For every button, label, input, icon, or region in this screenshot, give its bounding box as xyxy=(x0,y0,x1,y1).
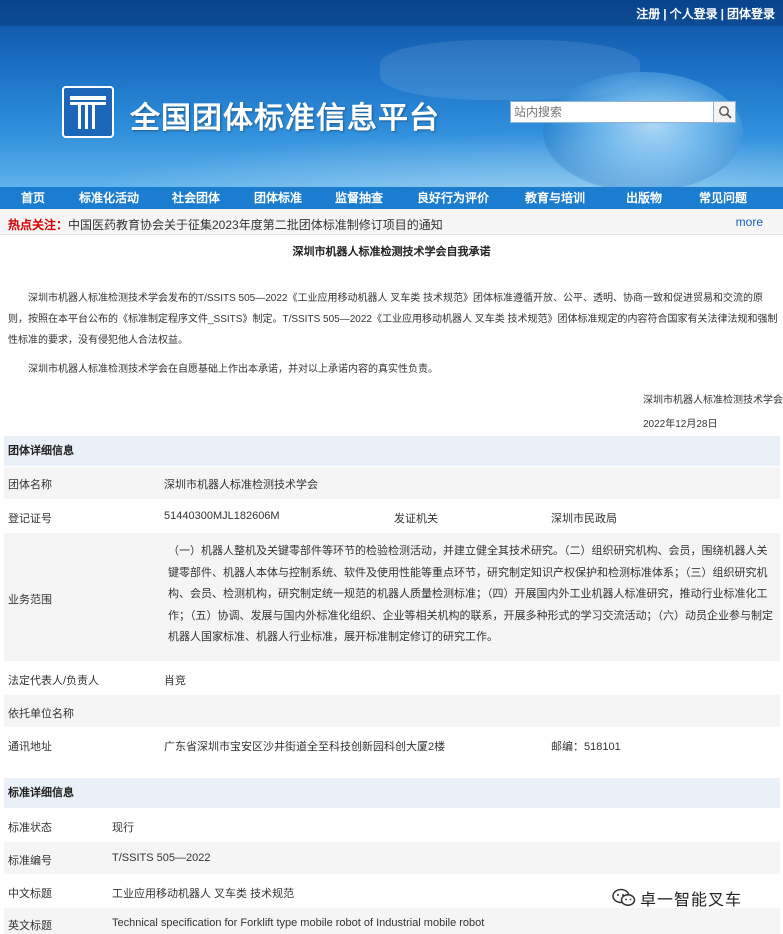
dep-label: 依托单位名称 xyxy=(8,708,74,720)
org-reg-row: 登记证号 51440300MJL182606M 发证机关 深圳市民政局 xyxy=(4,500,780,532)
status-label: 标准状态 xyxy=(8,822,52,834)
hot-label: 热点关注： xyxy=(8,218,69,232)
group-login-link[interactable]: 团体登录 xyxy=(727,7,775,21)
org-addr-row: 通讯地址 广东省深圳市宝安区沙井街道全至科技创新园科创大厦2楼 邮编：51810… xyxy=(4,728,780,760)
legal-label: 法定代表人/负责人 xyxy=(8,675,100,687)
postcode-value: 邮编：518101 xyxy=(551,741,621,753)
site-header: 注册 | 个人登录 | 团体登录 全国团体标准信息平台 xyxy=(0,0,783,187)
scope-value: （一）机器人整机及关键零部件等环节的检验检测活动，并建立健全其技术研究。（二）组… xyxy=(168,545,773,643)
code-value: T/SSITS 505—2022 xyxy=(112,852,211,864)
code-label: 标准编号 xyxy=(8,855,52,867)
nav-item-inspection[interactable]: 监督抽查 xyxy=(316,187,402,209)
commitment-date: 2022年12月28日 xyxy=(643,419,718,430)
nav-item-home[interactable]: 首页 xyxy=(0,187,66,209)
commitment-signer: 深圳市机器人标准检测技术学会 xyxy=(643,395,783,406)
en-title-value: Technical specification for Forklift typ… xyxy=(112,917,485,929)
main-nav: 首页 标准化活动 社会团体 团体标准 监督抽查 良好行为评价 教育与培训 出版物… xyxy=(0,187,783,209)
en-title-label: 英文标题 xyxy=(8,920,52,932)
site-search xyxy=(510,101,736,123)
cn-title-value: 工业应用移动机器人 叉车类 技术规范 xyxy=(112,888,295,900)
personal-login-link[interactable]: 个人登录 xyxy=(670,7,718,21)
org-section-header: 团体详细信息 xyxy=(4,436,780,466)
commitment-paragraph-2: 深圳市机器人标准检测技术学会在自愿基础上作出本承诺，并对以上承诺内容的真实性负责… xyxy=(28,364,438,375)
commitment-title: 深圳市机器人标准检测技术学会自我承诺 xyxy=(292,246,491,258)
addr-value: 广东省深圳市宝安区沙井街道全至科技创新园科创大厦2楼 xyxy=(164,741,446,753)
nav-item-group-standards[interactable]: 团体标准 xyxy=(240,187,316,209)
nav-item-groups[interactable]: 社会团体 xyxy=(152,187,240,209)
magnifier-icon xyxy=(718,106,732,119)
legal-value: 肖竞 xyxy=(164,675,186,687)
org-name-value: 深圳市机器人标准检测技术学会 xyxy=(164,479,318,491)
org-name-label: 团体名称 xyxy=(8,479,52,491)
std-en-row: 英文标题 Technical specification for Forklif… xyxy=(4,908,780,934)
more-link[interactable]: more xyxy=(736,215,763,229)
reg-value: 51440300MJL182606M xyxy=(164,510,280,522)
nav-item-activities[interactable]: 标准化活动 xyxy=(66,187,152,209)
nav-item-evaluation[interactable]: 良好行为评价 xyxy=(402,187,504,209)
search-input[interactable] xyxy=(510,101,714,123)
org-name-row: 团体名称 深圳市机器人标准检测技术学会 xyxy=(4,467,780,499)
addr-label: 通讯地址 xyxy=(8,741,52,753)
reg-label: 登记证号 xyxy=(8,513,52,525)
std-code-row: 标准编号 T/SSITS 505—2022 xyxy=(4,842,780,874)
nav-item-faq[interactable]: 常见问题 xyxy=(682,187,764,209)
site-title: 全国团体标准信息平台 xyxy=(130,101,440,136)
scope-label: 业务范围 xyxy=(8,594,52,606)
commitment-paragraph: 深圳市机器人标准检测技术学会发布的T/SSITS 505—2022《工业应用移动… xyxy=(8,293,778,346)
issuer-value: 深圳市民政局 xyxy=(551,513,617,525)
cn-title-label: 中文标题 xyxy=(8,888,52,900)
std-status-row: 标准状态 现行 xyxy=(4,809,780,841)
org-dep-row: 依托单位名称 xyxy=(4,695,780,727)
logo-icon xyxy=(70,96,106,129)
register-link[interactable]: 注册 xyxy=(636,7,660,21)
search-button[interactable] xyxy=(714,101,736,123)
org-scope-row: 业务范围 （一）机器人整机及关键零部件等环节的检验检测活动，并建立健全其技术研究… xyxy=(4,533,780,661)
nav-item-education[interactable]: 教育与培训 xyxy=(504,187,606,209)
wechat-icon xyxy=(612,888,636,906)
hot-news-link[interactable]: 中国医药教育协会关于征集2023年度第二批团体标准制修订项目的通知 xyxy=(68,216,443,233)
org-legal-row: 法定代表人/负责人 肖竞 xyxy=(4,662,780,694)
std-section-header: 标准详细信息 xyxy=(4,778,780,808)
account-links: 注册 | 个人登录 | 团体登录 xyxy=(636,7,775,21)
nav-item-publications[interactable]: 出版物 xyxy=(606,187,682,209)
watermark-text: 卓一智能叉车 xyxy=(640,892,743,909)
status-value: 现行 xyxy=(112,822,134,834)
issuer-label: 发证机关 xyxy=(394,513,438,525)
site-logo[interactable] xyxy=(62,86,114,138)
wechat-watermark: 卓一智能叉车 xyxy=(612,886,742,910)
hot-news-bar: 热点关注： 中国医药教育协会关于征集2023年度第二批团体标准制修订项目的通知 … xyxy=(0,209,783,235)
